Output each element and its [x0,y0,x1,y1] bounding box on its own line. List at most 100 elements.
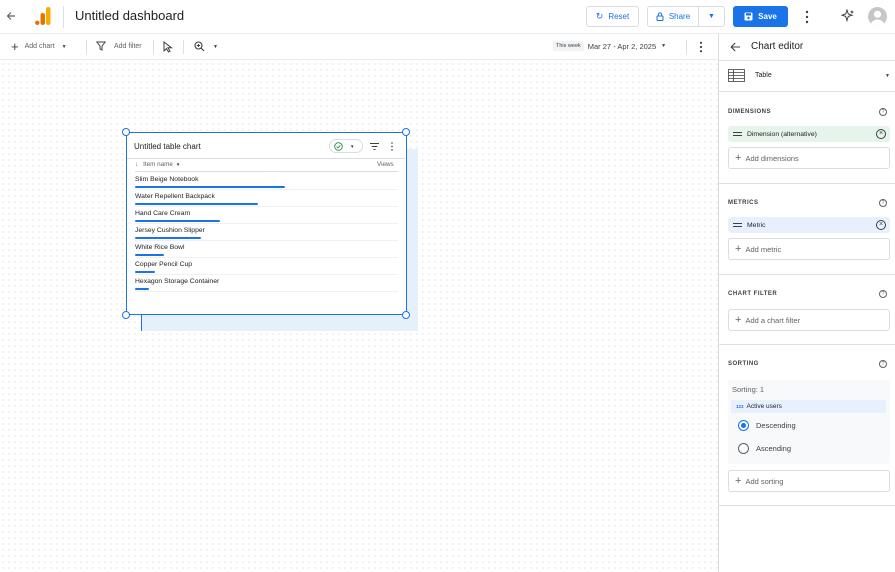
sparkle-ai-icon[interactable] [841,9,855,23]
table-row-bar [135,271,155,273]
table-row-bar [135,288,149,290]
metrics-section-title: METRICS [728,200,759,206]
drag-handle-icon[interactable] [733,223,742,227]
add-sorting-label: Add sorting [745,476,784,486]
dimensions-help-icon[interactable]: ? [879,108,887,116]
dimension-chip-label: Dimension (alternative) [747,130,817,138]
ascending-label: Ascending [756,444,792,453]
metrics-help-icon[interactable]: ? [879,199,887,207]
column-header-metric[interactable]: Views [377,161,394,168]
numeric-type-badge: 123 [736,404,744,409]
share-button[interactable]: Share [647,6,699,27]
add-dimensions-button[interactable]: + Add dimensions [728,147,890,169]
save-button[interactable]: Save [733,6,788,27]
add-chart-label: Add chart [24,43,55,50]
resize-handle-top-left[interactable] [122,128,130,136]
editor-divider [719,183,895,184]
back-arrow-icon[interactable] [6,11,16,21]
ascending-radio[interactable]: Ascending [738,443,791,454]
resize-handle-bottom-left[interactable] [122,311,130,319]
more-vert-icon[interactable] [804,10,810,24]
sort-field-chip[interactable]: 123 Active users [731,400,886,413]
table-row-name: Hexagon Storage Container [135,278,220,285]
metric-chip[interactable]: Metric × [728,217,890,233]
table-row-name: Water Repellent Backpack [135,193,215,200]
column-header-dimension[interactable]: ↓ Item name ▼ [135,161,180,168]
cursor-select-icon[interactable] [163,41,173,53]
chart-title[interactable]: Untitled table chart [134,142,201,151]
chart-filter-icon[interactable] [370,143,379,150]
toolbar-more-vert-icon[interactable] [698,41,704,53]
filter-icon [96,41,106,51]
table-row-divider [135,206,398,207]
chart-more-vert-icon[interactable] [390,142,394,151]
page-title[interactable]: Untitled dashboard [75,8,184,23]
analytics-logo-icon [35,7,51,25]
zoom-icon[interactable]: ▼ [194,41,218,52]
editor-title: Chart editor [751,41,804,52]
save-icon [744,12,753,21]
resize-handle-top-right[interactable] [402,128,410,136]
add-chart-button[interactable]: + Add chart ▼ [11,40,67,53]
share-label: Share [668,12,691,21]
add-filter-button[interactable]: Add filter [96,41,142,51]
add-sorting-button[interactable]: + Add sorting [728,470,890,492]
table-row-name: Jersey Cushion Slipper [135,227,205,234]
table-chart[interactable]: Untitled table chart ▼ ↓ Item name ▼ Vie… [126,132,407,315]
sorting-count-label: Sorting: 1 [732,385,765,394]
check-circle-icon [334,141,343,151]
sorting-help-icon[interactable]: ? [879,360,887,368]
table-row-name: Slim Beige Notebook [135,176,199,183]
caret-down-icon: ▼ [175,162,181,167]
table-row-name: White Rice Bowl [135,244,185,251]
editor-back-icon[interactable] [730,42,741,52]
table-row-bar [135,254,164,256]
share-dropdown-button[interactable]: ▼ [698,6,725,27]
caret-down-icon: ▼ [885,72,890,79]
editor-divider [719,344,895,345]
add-filter-label: Add filter [114,42,142,50]
avatar[interactable] [868,7,887,26]
chart-filter-section-title: CHART FILTER [728,291,778,297]
date-range-selector[interactable]: This week Mar 27 - Apr 2, 2025 ▼ [553,41,666,51]
column-dimension-label: Item name [143,161,173,168]
top-bar: Untitled dashboard ↻ Reset Share ▼ Save [0,0,895,34]
date-badge: This week [553,41,584,51]
add-chart-filter-button[interactable]: + Add a chart filter [728,309,890,331]
sort-arrow-icon: ↓ [135,161,139,168]
table-row-bar [135,220,220,222]
add-metric-button[interactable]: + Add metric [728,238,890,260]
descending-radio[interactable]: Descending [738,420,796,431]
chart-status-pill[interactable]: ▼ [329,139,363,153]
reset-label: Reset [608,12,630,21]
chart-filter-help-icon[interactable]: ? [879,290,887,298]
drag-handle-icon[interactable] [733,132,742,136]
table-row-divider [135,291,398,292]
table-row-divider [135,240,398,241]
plus-icon: + [11,39,19,54]
remove-dimension-icon[interactable]: × [876,129,886,139]
caret-down-icon: ▼ [708,13,715,20]
resize-handle-bottom-right[interactable] [402,311,410,319]
table-header-line [127,158,405,159]
descending-label: Descending [756,421,796,430]
refresh-icon: ↻ [595,11,604,21]
save-label: Save [758,12,777,21]
plus-icon: + [735,151,742,164]
chart-type-selector[interactable]: Table ▼ [728,68,890,83]
table-row-divider [135,189,398,190]
table-row-name: Copper Pencil Cup [135,261,193,268]
sort-field-label: Active users [746,403,782,410]
add-chart-filter-label: Add a chart filter [745,315,801,325]
table-row-bar [135,186,285,188]
add-dimensions-label: Add dimensions [745,153,799,163]
remove-metric-icon[interactable]: × [876,220,886,230]
date-range-text: Mar 27 - Apr 2, 2025 [587,41,657,51]
toolbar-divider [686,40,687,54]
radio-selected-icon [738,420,749,431]
caret-down-icon: ▼ [213,43,218,50]
reset-button[interactable]: ↻ Reset [586,6,639,27]
header-divider [63,6,64,28]
caret-down-icon: ▼ [350,143,355,149]
dimension-chip[interactable]: Dimension (alternative) × [728,126,890,142]
